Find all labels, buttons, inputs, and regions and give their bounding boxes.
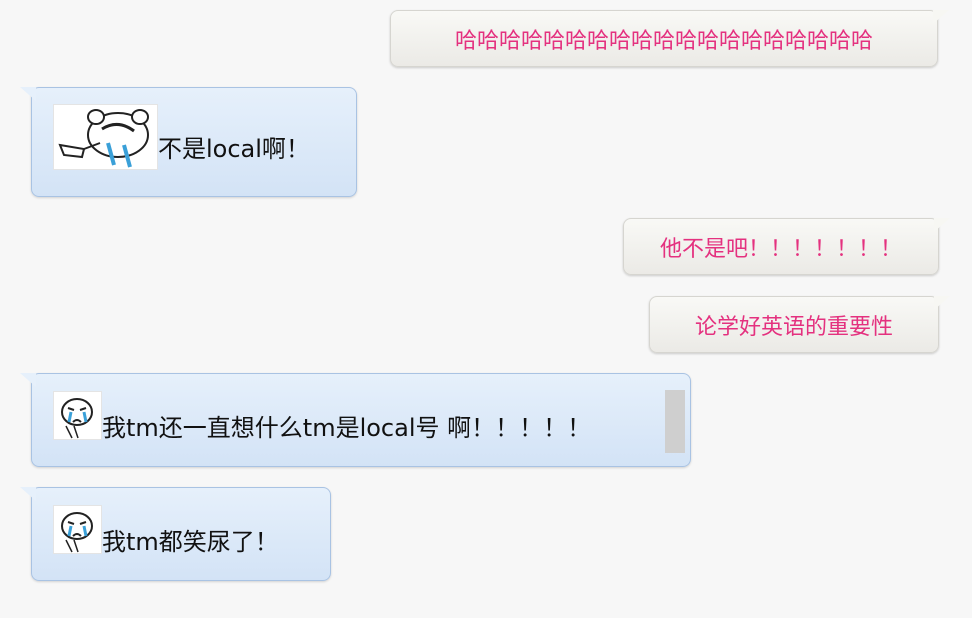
message-bubble-incoming[interactable]: 我tm还一直想什么tm是local号 啊！！！！！: [20, 373, 691, 467]
message-text: 他不是吧！！！！！！！: [659, 236, 902, 262]
message-text: 不是local啊！: [158, 134, 310, 163]
bubble-tail: [933, 10, 949, 24]
message-text: 我tm都笑尿了！: [102, 527, 279, 556]
message-bubble-incoming[interactable]: 不是local啊！: [20, 87, 357, 197]
message-bubble-outgoing[interactable]: 他不是吧！！！！！！！: [623, 218, 950, 275]
facepalm-bear-sticker-icon: [53, 104, 158, 170]
bubble-tail: [20, 87, 36, 101]
message-bubble-outgoing[interactable]: 论学好英语的重要性: [649, 296, 950, 353]
message-text: 论学好英语的重要性: [694, 314, 893, 340]
bubble-tail: [934, 296, 950, 310]
message-text: 我tm还一直想什么tm是local号 啊！！！！！: [102, 413, 592, 442]
message-bubble-outgoing[interactable]: 哈哈哈哈哈哈哈哈哈哈哈哈哈哈哈哈哈哈哈: [390, 10, 949, 67]
bubble-tail: [934, 218, 950, 232]
message-text: 哈哈哈哈哈哈哈哈哈哈哈哈哈哈哈哈哈哈哈: [454, 28, 873, 54]
scrollbar-thumb[interactable]: [665, 390, 685, 453]
crying-face-sticker-icon: [53, 390, 102, 440]
bubble-tail: [20, 373, 36, 387]
message-bubble-incoming[interactable]: 我tm都笑尿了！: [20, 487, 331, 581]
crying-face-sticker-icon: [53, 504, 102, 554]
bubble-tail: [20, 487, 36, 501]
